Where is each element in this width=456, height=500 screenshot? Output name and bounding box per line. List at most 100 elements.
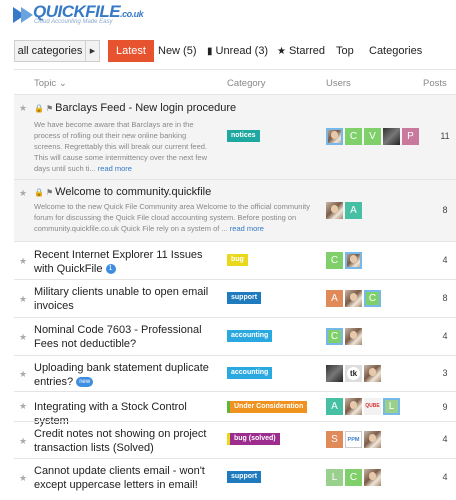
star-icon[interactable]: ★ <box>19 103 27 114</box>
category-dropdown[interactable]: all categories ▶ <box>14 40 100 62</box>
topic-users: S PPM <box>326 431 381 448</box>
star-icon[interactable]: ★ <box>19 436 27 447</box>
star-icon[interactable]: ★ <box>19 401 27 412</box>
column-header-category[interactable]: Category <box>227 78 266 89</box>
user-avatar[interactable] <box>383 128 400 145</box>
topic-title[interactable]: Recent Internet Explorer 11 Issues with … <box>34 248 214 276</box>
user-avatar[interactable]: QUBE <box>364 398 381 415</box>
tab-top[interactable]: Top <box>336 40 354 62</box>
user-avatar[interactable] <box>364 431 381 448</box>
post-count[interactable]: 11 <box>430 131 456 141</box>
topic-row[interactable]: ★ Military clients unable to open email … <box>14 279 456 317</box>
user-avatar[interactable]: L <box>383 398 400 415</box>
topic-title[interactable]: Nominal Code 7603 - Professional Fees no… <box>34 323 214 351</box>
post-count[interactable]: 4 <box>430 434 456 444</box>
unread-count-badge[interactable]: 1 <box>105 264 116 275</box>
chevron-down-icon: ⌄ <box>58 78 67 89</box>
topic-row[interactable]: ★ Recent Internet Explorer 11 Issues wit… <box>14 241 456 279</box>
post-count[interactable]: 8 <box>430 293 456 303</box>
post-count[interactable]: 9 <box>430 402 456 412</box>
user-avatar[interactable] <box>345 328 362 345</box>
topic-row[interactable]: ★ Uploading bank statement duplicate ent… <box>14 355 456 391</box>
topic-row[interactable]: ★ Integrating with a Stock Control syste… <box>14 391 456 427</box>
user-avatar[interactable]: A <box>345 202 362 219</box>
category-badge[interactable]: notices <box>227 130 260 142</box>
column-header-posts[interactable]: Posts <box>423 78 447 89</box>
user-avatar[interactable] <box>364 469 381 486</box>
pin-icon: ⚑ <box>45 188 54 197</box>
topic-title[interactable]: Military clients unable to open email in… <box>34 285 214 313</box>
user-avatar[interactable]: V <box>364 128 381 145</box>
tab-unread-label: Unread (3) <box>215 45 269 57</box>
user-avatar[interactable]: tk <box>345 365 362 382</box>
tab-starred[interactable]: ★ Starred <box>277 40 325 62</box>
user-avatar[interactable]: C <box>326 252 343 269</box>
topic-title[interactable]: Cannot update clients email - won't exce… <box>34 464 224 492</box>
topic-users: L C <box>326 469 381 486</box>
user-avatar[interactable] <box>345 290 362 307</box>
category-badge[interactable]: bug (solved) <box>227 433 280 445</box>
tab-latest[interactable]: Latest <box>108 40 154 62</box>
chevron-right-icon[interactable]: ▶ <box>85 41 99 61</box>
topic-users: C V P <box>326 128 419 145</box>
star-icon[interactable]: ★ <box>19 294 27 305</box>
topic-row[interactable]: ★ 🔒 ⚑ Barclays Feed - New login procedure … <box>14 94 456 179</box>
user-avatar[interactable] <box>345 398 362 415</box>
topic-users: tk <box>326 365 381 382</box>
star-icon[interactable]: ★ <box>19 473 27 484</box>
column-header-users[interactable]: Users <box>326 78 351 89</box>
star-icon[interactable]: ★ <box>19 188 27 199</box>
user-avatar[interactable] <box>326 128 343 145</box>
topic-excerpt: We have become aware that Barclays are i… <box>34 120 207 173</box>
tab-categories[interactable]: Categories <box>369 40 422 62</box>
read-more-link[interactable]: read more <box>98 164 132 173</box>
topic-nav: all categories ▶ Latest New (5) ▮ Unread … <box>0 38 456 64</box>
user-avatar[interactable]: L <box>326 469 343 486</box>
topic-users: A <box>326 202 362 219</box>
user-avatar[interactable] <box>326 365 343 382</box>
user-avatar[interactable]: C <box>345 128 362 145</box>
user-avatar[interactable] <box>345 252 362 269</box>
lock-icon: 🔒 <box>34 104 44 113</box>
user-avatar[interactable]: A <box>326 398 343 415</box>
category-badge[interactable]: support <box>227 292 262 304</box>
user-avatar[interactable] <box>364 365 381 382</box>
post-count[interactable]: 4 <box>430 331 456 341</box>
user-avatar[interactable]: P <box>402 128 419 145</box>
user-avatar[interactable]: A <box>326 290 343 307</box>
tab-unread[interactable]: ▮ Unread (3) <box>207 40 268 62</box>
post-count[interactable]: 4 <box>430 472 456 482</box>
new-badge[interactable]: new <box>76 377 94 388</box>
topic-row[interactable]: ★ Credit notes not showing on project tr… <box>14 421 456 458</box>
star-icon[interactable]: ★ <box>19 256 27 267</box>
post-count[interactable]: 8 <box>430 205 456 215</box>
topic-row[interactable]: ★ Nominal Code 7603 - Professional Fees … <box>14 317 456 355</box>
category-badge[interactable]: accounting <box>227 330 273 342</box>
topic-title[interactable]: Uploading bank statement duplicate entri… <box>34 361 214 389</box>
category-badge[interactable]: support <box>227 471 262 483</box>
category-badge[interactable]: bug <box>227 254 248 266</box>
star-icon[interactable]: ★ <box>19 369 27 380</box>
topic-title[interactable]: 🔒 ⚑ Barclays Feed - New login procedure <box>34 101 236 116</box>
topic-users: A C <box>326 290 381 307</box>
column-header-topic[interactable]: Topic ⌄ <box>34 78 67 89</box>
tab-new[interactable]: New (5) <box>158 40 197 62</box>
topic-row[interactable]: ★ Cannot update clients email - won't ex… <box>14 458 456 496</box>
user-avatar[interactable]: PPM <box>345 431 362 448</box>
user-avatar[interactable]: C <box>364 290 381 307</box>
post-count[interactable]: 4 <box>430 255 456 265</box>
pin-icon: ⚑ <box>45 104 54 113</box>
post-count[interactable]: 3 <box>430 368 456 378</box>
read-more-link[interactable]: read more <box>230 224 264 233</box>
topic-row[interactable]: ★ 🔒 ⚑ Welcome to community.quickfile Welco… <box>14 179 456 241</box>
user-avatar[interactable]: C <box>326 328 343 345</box>
topic-title[interactable]: 🔒 ⚑ Welcome to community.quickfile <box>34 185 211 200</box>
star-icon[interactable]: ★ <box>19 332 27 343</box>
user-avatar[interactable]: S <box>326 431 343 448</box>
user-avatar[interactable]: C <box>345 469 362 486</box>
category-badge[interactable]: accounting <box>227 367 273 379</box>
topic-users: A QUBE L <box>326 398 400 415</box>
category-badge[interactable]: Under Consideration <box>227 401 308 413</box>
user-avatar[interactable] <box>326 202 343 219</box>
topic-title[interactable]: Credit notes not showing on project tran… <box>34 427 214 455</box>
